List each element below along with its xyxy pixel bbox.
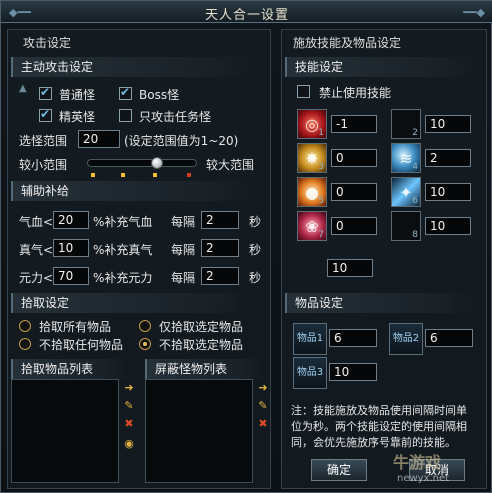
checkbox-elite-monster[interactable] [39, 107, 52, 122]
skill-2-interval[interactable]: 10 [425, 115, 471, 133]
slider-tick [187, 173, 191, 177]
add-arrow-icon-2[interactable]: ➜ [256, 381, 270, 395]
skill-5-interval[interactable]: 0 [331, 183, 377, 201]
skill-slot-2[interactable]: 2 [391, 109, 421, 139]
hp-desc: %补充气血 [93, 215, 153, 229]
hp-label: 气血< [19, 215, 54, 229]
skill-item-header: 施放技能及物品设定 [293, 36, 402, 50]
skill-6-interval[interactable]: 10 [425, 183, 471, 201]
slider-tick [121, 173, 125, 177]
ornament-right-icon: ━━◆ [463, 6, 485, 19]
mp-interval-label: 每隔 [171, 243, 196, 257]
hp-interval-input[interactable]: 2 [201, 211, 239, 229]
pickup-list-title: 拾取物品列表 [11, 359, 129, 379]
item-slot-3[interactable]: 物品3 [293, 357, 327, 389]
yuanli-label: 元力< [19, 271, 54, 285]
watermark-site: newyx.net [397, 473, 450, 484]
skill-7-interval[interactable]: 0 [331, 217, 377, 235]
range-label: 选怪范围 [19, 134, 68, 148]
item-slot-2[interactable]: 物品2 [389, 323, 423, 355]
mp-interval-input[interactable]: 2 [201, 239, 239, 257]
settings-note: 注：技能施放及物品使用间隔时间单位为秒。两个技能设定的使用间隔相同，会优先施放序… [291, 404, 467, 449]
slider-max-label: 较大范围 [206, 158, 255, 172]
checkbox-disable-skills[interactable] [297, 85, 310, 98]
edit-pen-icon-2[interactable]: ✎ [256, 399, 270, 413]
pickup-item-list[interactable] [11, 379, 119, 483]
skill-slot-8[interactable]: 8 [391, 211, 421, 241]
edit-pen-icon[interactable]: ✎ [122, 399, 136, 413]
yuanli-threshold-input[interactable]: 70 [53, 267, 89, 285]
skill-slot-5[interactable]: ● 5 [297, 177, 327, 207]
label-normal-monster: 普通怪 [59, 88, 96, 102]
range-input[interactable]: 20 [78, 130, 120, 148]
pickup-title: 拾取设定 [11, 293, 251, 313]
label-pickup-none: 不拾取任何物品 [39, 338, 124, 352]
delete-x-icon[interactable]: ✖ [122, 417, 136, 431]
auto-attack-title: 主动攻击设定 [11, 57, 251, 77]
yuanli-unit: 秒 [249, 271, 262, 285]
range-slider-knob[interactable] [150, 157, 163, 169]
label-quest-only: 只攻击任务怪 [139, 110, 212, 124]
radio-skip-selected[interactable] [139, 338, 151, 350]
skill-1-interval[interactable]: -1 [331, 115, 377, 133]
label-pickup-selected: 仅拾取选定物品 [159, 320, 244, 334]
radio-pickup-selected[interactable] [139, 320, 151, 332]
range-hint: (设定范围值为1~20) [124, 134, 239, 148]
item-2-interval[interactable]: 6 [425, 329, 473, 347]
label-elite-monster: 精英怪 [59, 110, 96, 124]
window-title: 天人合一设置 [204, 8, 289, 23]
skill-slot-4[interactable]: ≋ 4 [391, 143, 421, 173]
slider-min-label: 较小范围 [19, 158, 68, 172]
checkbox-normal-monster[interactable] [39, 85, 52, 100]
item-settings-title: 物品设定 [285, 293, 475, 313]
attack-settings-header: 攻击设定 [23, 36, 72, 50]
mp-unit: 秒 [249, 243, 262, 257]
yuanli-interval-label: 每隔 [171, 271, 196, 285]
add-arrow-icon[interactable]: ➜ [122, 381, 136, 395]
skill-3-interval[interactable]: 0 [331, 149, 377, 167]
label-pickup-all: 拾取所有物品 [39, 320, 112, 334]
watermark-brand: 牛游戏 [393, 453, 442, 472]
hp-threshold-input[interactable]: 20 [53, 211, 89, 229]
skill-slot-7[interactable]: ❀ 7 [297, 211, 327, 241]
mp-label: 真气< [19, 243, 54, 257]
item-3-interval[interactable]: 10 [329, 363, 377, 381]
ok-button[interactable]: 确定 [311, 459, 367, 481]
label-disable-skills: 禁止使用技能 [319, 86, 392, 100]
settings-window: ◆━━ 天人合一设置 ━━◆ 攻击设定 主动攻击设定 ▲ 普通怪 Boss怪 精… [0, 0, 492, 493]
yuanli-interval-input[interactable]: 2 [201, 267, 239, 285]
skill-settings-title: 技能设定 [285, 57, 475, 77]
slider-tick [153, 173, 157, 177]
skill-slot-6[interactable]: ✦ 6 [391, 177, 421, 207]
supply-title: 辅助补给 [11, 181, 251, 201]
collapse-arrow-icon[interactable]: ▲ [19, 83, 27, 94]
skill-slot-3[interactable]: ✸ 3 [297, 143, 327, 173]
label-skip-selected: 不拾取选定物品 [159, 338, 244, 352]
skill-slot-1[interactable]: ◎ 1 [297, 109, 327, 139]
hp-interval-label: 每隔 [171, 215, 196, 229]
skill-4-interval[interactable]: 2 [425, 149, 471, 167]
mp-desc: %补充真气 [93, 243, 153, 257]
checkbox-quest-only[interactable] [119, 109, 132, 122]
title-bar[interactable]: ◆━━ 天人合一设置 ━━◆ [1, 1, 492, 23]
coin-icon[interactable]: ◉ [122, 437, 136, 451]
yuanli-desc: %补充元力 [93, 271, 153, 285]
skill-extra-interval[interactable]: 10 [327, 259, 373, 277]
block-monster-list[interactable] [145, 379, 253, 483]
slider-tick [91, 173, 95, 177]
block-list-title: 屏蔽怪物列表 [145, 359, 265, 379]
hp-unit: 秒 [249, 215, 262, 229]
radio-pickup-all[interactable] [19, 320, 31, 332]
label-boss-monster: Boss怪 [139, 88, 180, 102]
item-slot-1[interactable]: 物品1 [293, 323, 327, 355]
mp-threshold-input[interactable]: 10 [53, 239, 89, 257]
radio-pickup-none[interactable] [19, 338, 31, 350]
range-slider[interactable] [87, 159, 197, 167]
item-1-interval[interactable]: 6 [329, 329, 377, 347]
checkbox-boss-monster[interactable] [119, 85, 132, 100]
skill-8-interval[interactable]: 10 [425, 217, 471, 235]
delete-x-icon-2[interactable]: ✖ [256, 417, 270, 431]
